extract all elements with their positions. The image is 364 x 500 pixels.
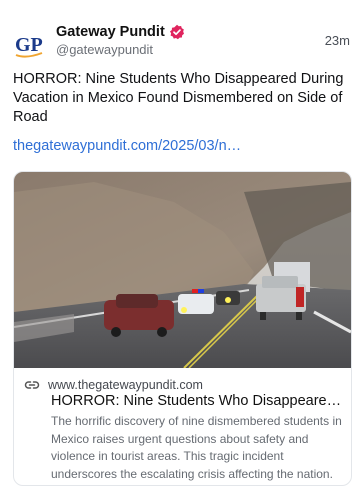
card-image[interactable]	[14, 172, 351, 368]
avatar[interactable]: GP	[12, 26, 48, 62]
road-scene-image	[14, 172, 351, 368]
card-description: The horrific discovery of nine dismember…	[51, 414, 342, 481]
social-post: GP Gateway Pundit @gatewaypundit 23m HOR…	[0, 0, 364, 500]
gateway-pundit-logo: GP	[15, 34, 43, 58]
verified-badge-icon	[169, 24, 184, 40]
link-icon	[24, 377, 40, 393]
link-preview-card[interactable]: www.thegatewaypundit.com HORROR: Nine St…	[13, 171, 352, 486]
author-name-row: Gateway Pundit	[56, 24, 185, 40]
card-domain: www.thegatewaypundit.com	[48, 378, 203, 392]
post-timestamp[interactable]: 23m	[325, 33, 350, 48]
card-domain-row: www.thegatewaypundit.com	[24, 377, 203, 393]
author-display-name[interactable]: Gateway Pundit	[56, 24, 165, 40]
post-text: HORROR: Nine Students Who Disappeared Du…	[13, 71, 344, 125]
card-title[interactable]: HORROR: Nine Students Who Disappeared Du…	[51, 393, 343, 409]
author-handle[interactable]: @gatewaypundit	[56, 42, 153, 57]
post-link[interactable]: thegatewaypundit.com/2025/03/n…	[13, 138, 241, 154]
svg-text:GP: GP	[15, 34, 43, 56]
